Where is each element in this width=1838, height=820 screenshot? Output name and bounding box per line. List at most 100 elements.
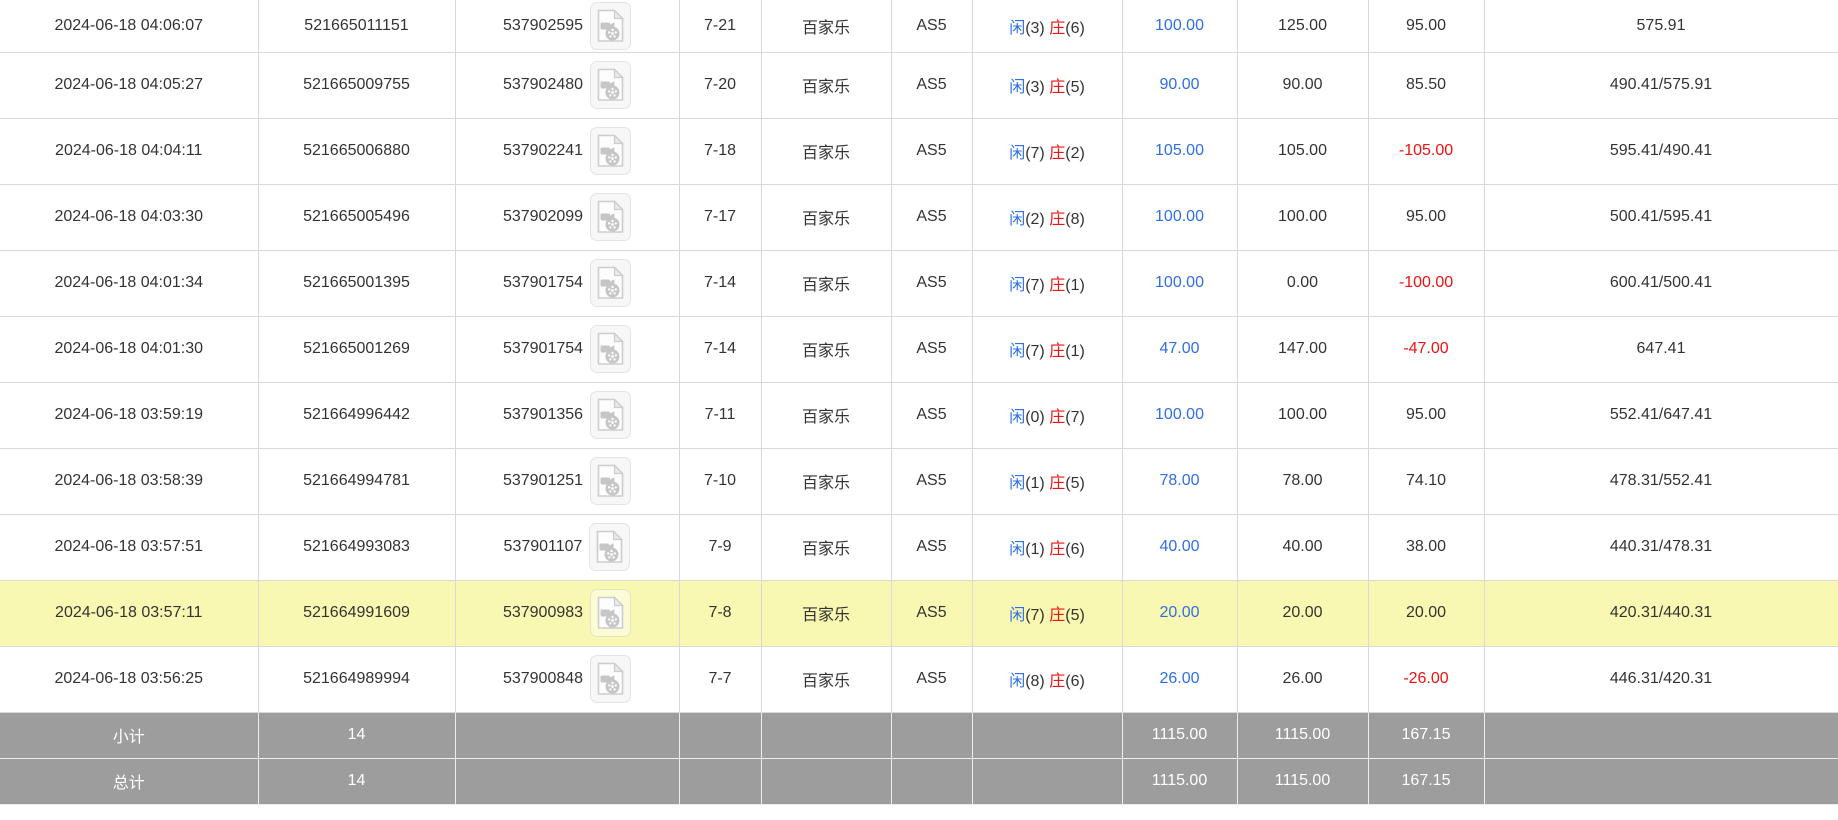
video-replay-icon xyxy=(596,530,623,564)
round-id: 537901754 xyxy=(503,274,583,292)
bet-id-cell: 521664996442 xyxy=(258,382,455,448)
bet-amount-link[interactable]: 26.00 xyxy=(1159,670,1199,687)
balance-cell: 478.31/552.41 xyxy=(1484,448,1838,514)
win-loss-cell: -100.00 xyxy=(1368,250,1484,316)
banker-count: (5) xyxy=(1065,475,1085,492)
player-label: 闲 xyxy=(1009,343,1025,360)
round-id-cell: 537901251 xyxy=(455,448,679,514)
bet-amount-link[interactable]: 105.00 xyxy=(1155,142,1204,159)
player-label: 闲 xyxy=(1009,277,1025,294)
result-cell: 闲(1) 庄(5) xyxy=(972,448,1122,514)
table-round-cell: 7-10 xyxy=(679,448,761,514)
player-count: (3) xyxy=(1025,79,1045,96)
bet-record-row[interactable]: 2024-06-18 04:01:30521665001269537901754… xyxy=(0,316,1838,382)
bet-amount-link[interactable]: 90.00 xyxy=(1159,76,1199,93)
win-loss-value: 95.00 xyxy=(1406,406,1446,423)
win-loss-cell: 95.00 xyxy=(1368,0,1484,52)
bet-amount-link[interactable]: 100.00 xyxy=(1155,274,1204,291)
bet-record-row[interactable]: 2024-06-18 03:57:51521664993083537901107… xyxy=(0,514,1838,580)
table-round-cell: 7-14 xyxy=(679,250,761,316)
bet-amount-link[interactable]: 100.00 xyxy=(1155,208,1204,225)
result-cell: 闲(8) 庄(6) xyxy=(972,646,1122,712)
bet-record-row[interactable]: 2024-06-18 04:04:11521665006880537902241… xyxy=(0,118,1838,184)
bet-amount-cell: 40.00 xyxy=(1122,514,1237,580)
video-replay-icon xyxy=(597,398,624,432)
player-label: 闲 xyxy=(1009,211,1025,228)
win-loss-cell: -47.00 xyxy=(1368,316,1484,382)
bet-record-row[interactable]: 2024-06-18 03:59:19521664996442537901356… xyxy=(0,382,1838,448)
win-loss-cell: 85.50 xyxy=(1368,52,1484,118)
win-loss-value: 95.00 xyxy=(1406,17,1446,34)
bet-amount-link[interactable]: 78.00 xyxy=(1159,472,1199,489)
video-replay-button[interactable] xyxy=(590,127,631,175)
player-count: (3) xyxy=(1025,20,1045,37)
round-id-cell: 537901107 xyxy=(455,514,679,580)
valid-amount-cell: 0.00 xyxy=(1237,250,1368,316)
valid-amount-cell: 26.00 xyxy=(1237,646,1368,712)
game-type-cell: 百家乐 xyxy=(761,0,891,52)
round-id-cell: 537902241 xyxy=(455,118,679,184)
bet-amount-link[interactable]: 40.00 xyxy=(1159,538,1199,555)
player-count: (7) xyxy=(1025,145,1045,162)
round-id-cell: 537902595 xyxy=(455,0,679,52)
balance-cell: 647.41 xyxy=(1484,316,1838,382)
video-replay-button[interactable] xyxy=(590,61,631,109)
bet-amount-cell: 100.00 xyxy=(1122,0,1237,52)
round-id-cell: 537901754 xyxy=(455,250,679,316)
video-replay-button[interactable] xyxy=(590,2,631,50)
banker-label: 庄 xyxy=(1049,79,1065,96)
valid-amount-cell: 78.00 xyxy=(1237,448,1368,514)
subtotal-count: 14 xyxy=(258,712,455,758)
player-label: 闲 xyxy=(1009,20,1025,37)
video-replay-button[interactable] xyxy=(590,259,631,307)
bet-record-row[interactable]: 2024-06-18 04:06:07521665011151537902595… xyxy=(0,0,1838,52)
win-loss-cell: 95.00 xyxy=(1368,184,1484,250)
result-cell: 闲(0) 庄(7) xyxy=(972,382,1122,448)
win-loss-value: 85.50 xyxy=(1406,76,1446,93)
bet-amount-link[interactable]: 20.00 xyxy=(1159,604,1199,621)
valid-amount-cell: 90.00 xyxy=(1237,52,1368,118)
bet-record-row[interactable]: 2024-06-18 04:01:34521665001395537901754… xyxy=(0,250,1838,316)
result-cell: 闲(1) 庄(6) xyxy=(972,514,1122,580)
result-cell: 闲(3) 庄(6) xyxy=(972,0,1122,52)
bet-amount-link[interactable]: 100.00 xyxy=(1155,17,1204,34)
video-replay-button[interactable] xyxy=(590,391,631,439)
balance-cell: 440.31/478.31 xyxy=(1484,514,1838,580)
video-replay-button[interactable] xyxy=(590,193,631,241)
video-replay-button[interactable] xyxy=(590,457,631,505)
video-replay-button[interactable] xyxy=(590,589,631,637)
banker-label: 庄 xyxy=(1049,607,1065,624)
result-cell: 闲(7) 庄(2) xyxy=(972,118,1122,184)
win-loss-cell: 95.00 xyxy=(1368,382,1484,448)
bet-record-row[interactable]: 2024-06-18 03:58:39521664994781537901251… xyxy=(0,448,1838,514)
player-count: (0) xyxy=(1025,409,1045,426)
bet-record-row-selected[interactable]: 2024-06-18 03:57:11521664991609537900983… xyxy=(0,580,1838,646)
bet-amount-link[interactable]: 47.00 xyxy=(1159,340,1199,357)
subtotal-bet: 1115.00 xyxy=(1122,712,1237,758)
bet-record-row[interactable]: 2024-06-18 04:05:27521665009755537902480… xyxy=(0,52,1838,118)
banker-label: 庄 xyxy=(1049,343,1065,360)
grand-total-label: 总计 xyxy=(0,758,258,804)
banker-count: (1) xyxy=(1065,343,1085,360)
table-round-cell: 7-14 xyxy=(679,316,761,382)
bet-amount-cell: 78.00 xyxy=(1122,448,1237,514)
valid-amount-cell: 125.00 xyxy=(1237,0,1368,52)
win-loss-cell: 38.00 xyxy=(1368,514,1484,580)
bet-time-cell: 2024-06-18 04:01:34 xyxy=(0,250,258,316)
video-replay-button[interactable] xyxy=(590,655,631,703)
bet-amount-cell: 26.00 xyxy=(1122,646,1237,712)
banker-label: 庄 xyxy=(1049,20,1065,37)
grand-total-count: 14 xyxy=(258,758,455,804)
bet-amount-link[interactable]: 100.00 xyxy=(1155,406,1204,423)
bet-record-row[interactable]: 2024-06-18 04:03:30521665005496537902099… xyxy=(0,184,1838,250)
table-code-cell: AS5 xyxy=(891,316,972,382)
bet-time-cell: 2024-06-18 03:56:25 xyxy=(0,646,258,712)
bet-time-cell: 2024-06-18 03:57:51 xyxy=(0,514,258,580)
banker-label: 庄 xyxy=(1049,211,1065,228)
table-code-cell: AS5 xyxy=(891,118,972,184)
round-id: 537901251 xyxy=(503,472,583,490)
video-replay-button[interactable] xyxy=(589,523,630,571)
bet-record-row[interactable]: 2024-06-18 03:56:25521664989994537900848… xyxy=(0,646,1838,712)
video-replay-button[interactable] xyxy=(590,325,631,373)
bet-id-cell: 521665009755 xyxy=(258,52,455,118)
